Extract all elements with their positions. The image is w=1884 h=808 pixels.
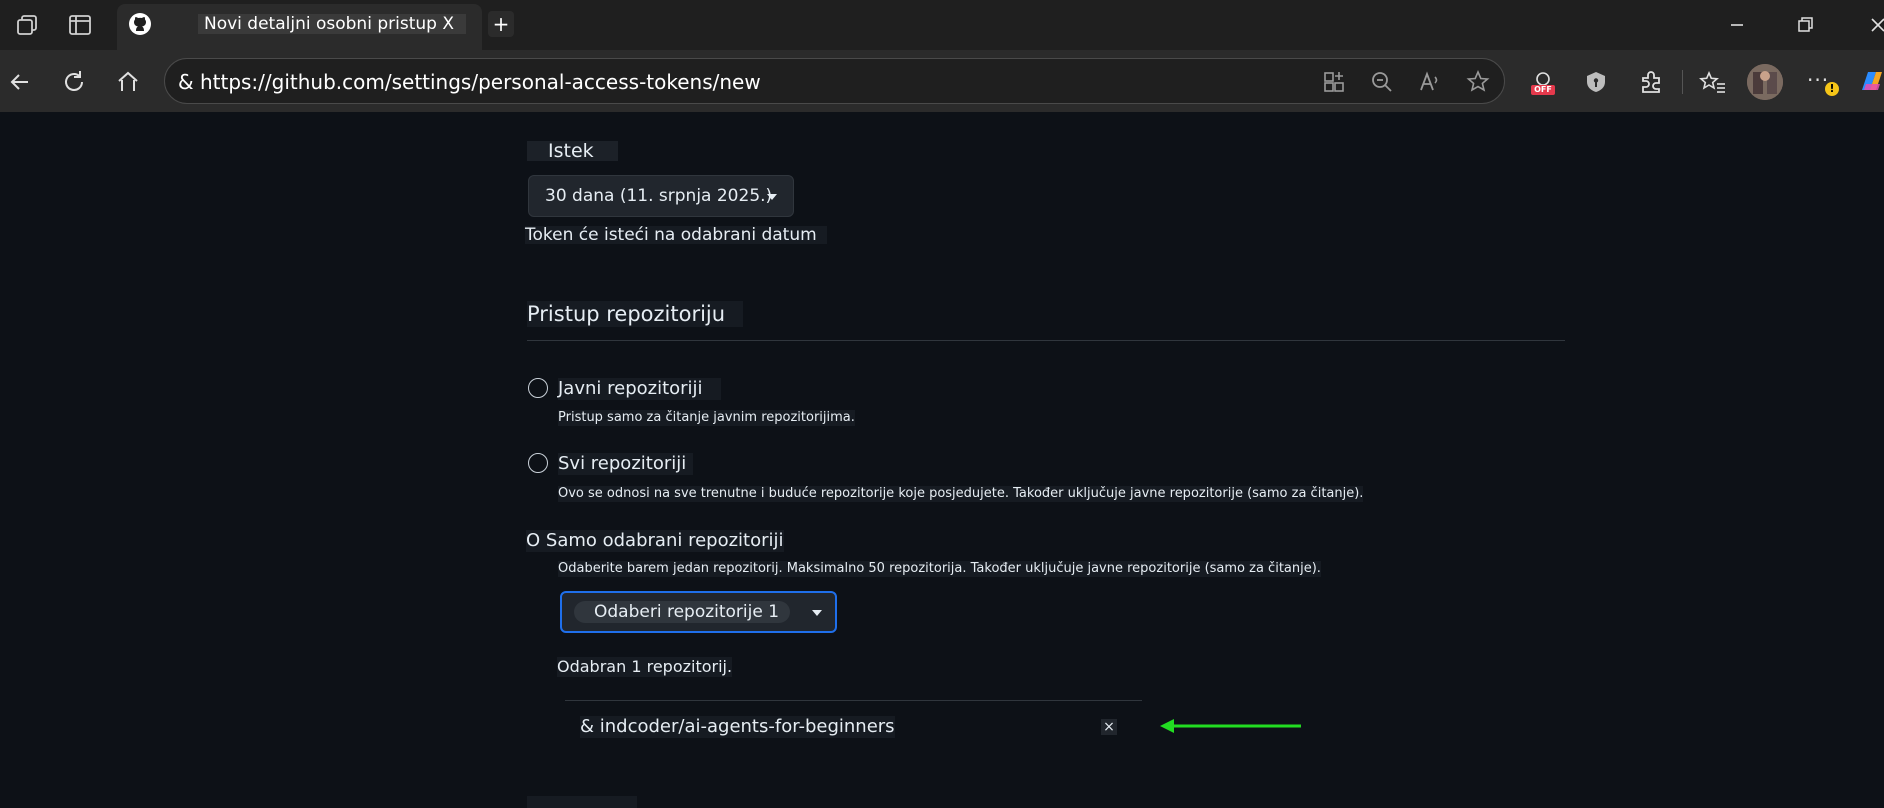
new-tab-button[interactable]: + — [488, 11, 514, 37]
expiration-label: Istek — [527, 141, 618, 161]
option-all-description: Ovo se odnosi na sve trenutne i buduće r… — [558, 486, 1364, 502]
radio-all-repos[interactable] — [528, 453, 548, 473]
select-repositories-button[interactable]: Odaberi repozitorije 1 — [560, 591, 837, 633]
section-divider — [527, 340, 1565, 341]
caret-down-icon — [812, 610, 822, 616]
expiration-select[interactable]: 30 dana (11. srpnja 2025.) — [528, 175, 794, 217]
option-public-description: Pristup samo za čitanje javnim repozitor… — [558, 410, 855, 426]
favorite-star-icon[interactable] — [1464, 68, 1492, 96]
workspaces-icon[interactable] — [12, 12, 42, 38]
close-window-icon[interactable] — [1862, 13, 1884, 37]
expiration-value: 30 dana (11. srpnja 2025.) — [545, 186, 773, 206]
expiration-note: Token će isteći na odabrani datum — [525, 226, 827, 244]
github-icon — [128, 12, 152, 36]
minimize-icon[interactable] — [1722, 13, 1752, 37]
option-all-label[interactable]: Svi repozitoriji — [558, 453, 693, 475]
toolbar-divider — [1682, 70, 1683, 94]
caret-down-icon — [767, 194, 777, 200]
radio-public-repos[interactable] — [528, 378, 548, 398]
green-arrow-annotation — [1158, 715, 1303, 737]
restore-icon[interactable] — [1790, 13, 1820, 37]
next-section-heading-partial — [527, 796, 647, 808]
back-icon[interactable] — [6, 68, 34, 96]
read-aloud-icon[interactable] — [1416, 68, 1444, 96]
selected-count: Odabran 1 repozitorij. — [557, 657, 733, 677]
tab-title: Novi detaljni osobni pristup X — [198, 14, 466, 34]
page-content — [0, 112, 1884, 808]
refresh-icon[interactable] — [60, 68, 88, 96]
option-selected-label[interactable]: O Samo odabrani repozitoriji — [526, 530, 784, 552]
select-repositories-label: Odaberi repozitorije 1 — [574, 601, 790, 623]
tracker-blocker-icon[interactable]: OFF — [1528, 68, 1558, 98]
copilot-icon[interactable] — [1856, 66, 1884, 96]
repository-access-heading: Pristup repozitoriju — [527, 301, 743, 327]
option-public-label[interactable]: Javni repozitoriji — [558, 378, 721, 400]
repo-list-divider — [565, 700, 1142, 701]
selected-repo-name: & indcoder/ai-agents-for-beginners — [580, 716, 895, 738]
home-icon[interactable] — [114, 68, 142, 96]
shield-icon[interactable] — [1582, 68, 1610, 96]
profile-avatar[interactable] — [1747, 64, 1783, 100]
off-badge: OFF — [1534, 85, 1552, 94]
url-text[interactable]: & https://github.com/settings/personal-a… — [178, 70, 761, 94]
extensions-icon[interactable] — [1637, 68, 1665, 96]
warning-badge-icon: ! — [1825, 82, 1839, 96]
app-available-icon[interactable] — [1320, 68, 1348, 96]
vertical-tabs-icon[interactable] — [65, 12, 95, 38]
favorites-icon[interactable] — [1698, 68, 1728, 96]
remove-repo-button[interactable]: × — [1101, 719, 1117, 735]
option-selected-description: Odaberite barem jedan repozitorij. Maksi… — [558, 561, 1321, 577]
zoom-out-icon[interactable] — [1368, 68, 1396, 96]
